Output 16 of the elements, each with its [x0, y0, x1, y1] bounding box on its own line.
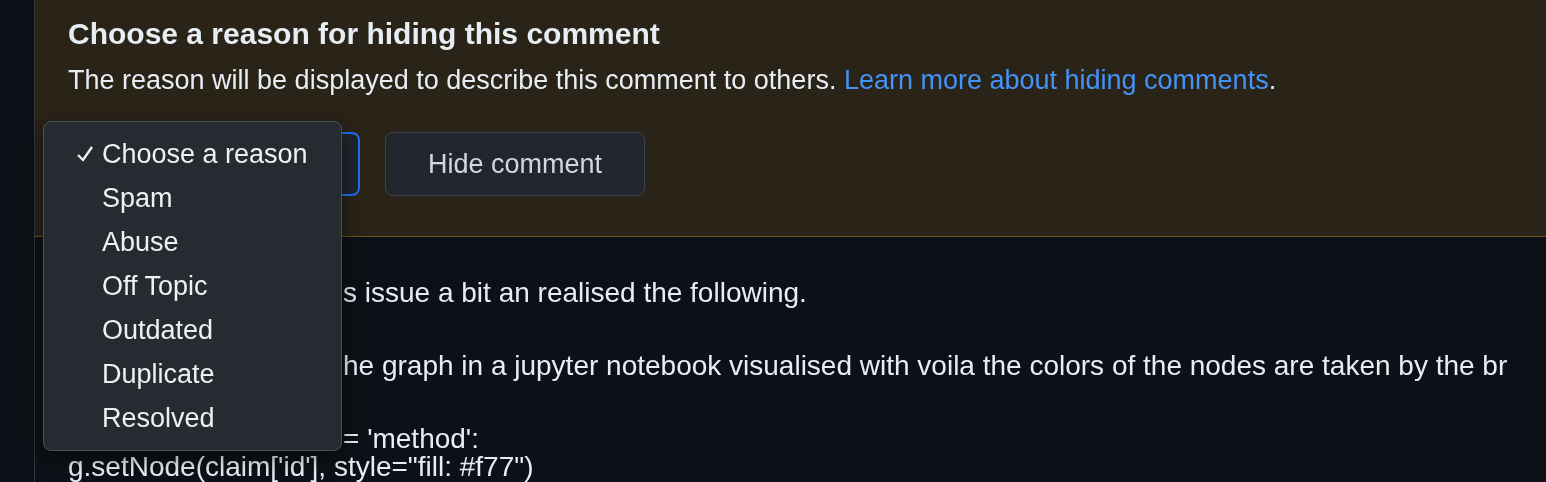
hide-comment-button[interactable]: Hide comment	[385, 132, 645, 196]
learn-more-link[interactable]: Learn more about hiding comments	[843, 65, 1269, 95]
menu-option[interactable]: Choose a reason	[44, 132, 341, 176]
menu-option[interactable]: Duplicate	[44, 352, 341, 396]
comment-text: s issue a bit an realised the following.	[343, 277, 807, 308]
menu-option[interactable]: Off Topic	[44, 264, 341, 308]
menu-option[interactable]: Abuse	[44, 220, 341, 264]
panel-description: The reason will be displayed to describe this comment to others. Learn more about hiding comments.	[68, 64, 1278, 96]
menu-option[interactable]: Resolved	[44, 396, 341, 440]
menu-option[interactable]: Spam	[44, 176, 341, 220]
comment-text: he graph in a jupyter notebook visualised with voila the colors of the nodes are taken by the br	[343, 350, 1508, 381]
checkmark-icon	[76, 145, 94, 163]
comment-text: = 'method':	[343, 423, 479, 454]
menu-option[interactable]: Outdated	[44, 308, 341, 352]
panel-title: Choose a reason for hiding this comment	[68, 16, 661, 52]
code-line: g.setNode(claim['id'], style="fill: #f77")	[68, 451, 534, 482]
